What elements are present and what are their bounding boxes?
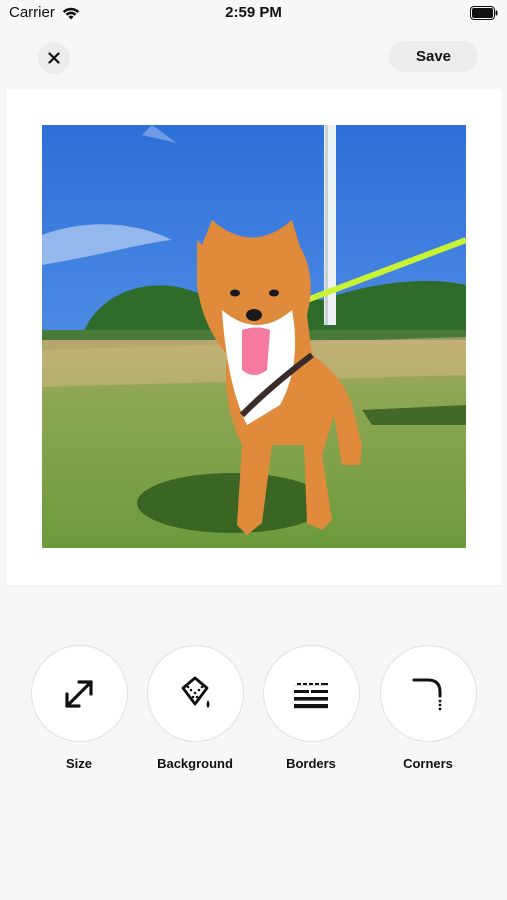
size-button[interactable] [30, 645, 128, 742]
battery-icon [470, 6, 498, 20]
corners-icon [412, 678, 442, 710]
tool-background-label: Background [157, 756, 233, 771]
photo-image[interactable] [42, 125, 466, 548]
tool-background[interactable]: Background [137, 645, 253, 771]
tool-corners-label: Corners [403, 756, 453, 771]
save-button[interactable]: Save [389, 41, 478, 72]
tool-size-label: Size [65, 756, 92, 771]
paint-bucket-icon [181, 676, 210, 708]
close-button[interactable] [38, 42, 70, 74]
status-time: 2:59 PM [225, 4, 282, 21]
resize-icon [65, 679, 93, 708]
image-canvas [7, 89, 502, 585]
status-bar: Carrier 2:59 PM [0, 0, 507, 28]
close-icon [48, 52, 60, 64]
tool-row: Size Background Borders Corners [0, 645, 507, 785]
dog-photo [42, 125, 466, 548]
background-button[interactable] [146, 645, 244, 742]
tool-borders-label: Borders [286, 756, 336, 771]
borders-icon [294, 682, 328, 708]
tool-corners[interactable]: Corners [370, 645, 486, 771]
tool-size[interactable]: Size [21, 645, 137, 771]
borders-button[interactable] [262, 645, 360, 742]
tool-borders[interactable]: Borders [253, 645, 369, 771]
corners-button[interactable] [379, 645, 477, 742]
